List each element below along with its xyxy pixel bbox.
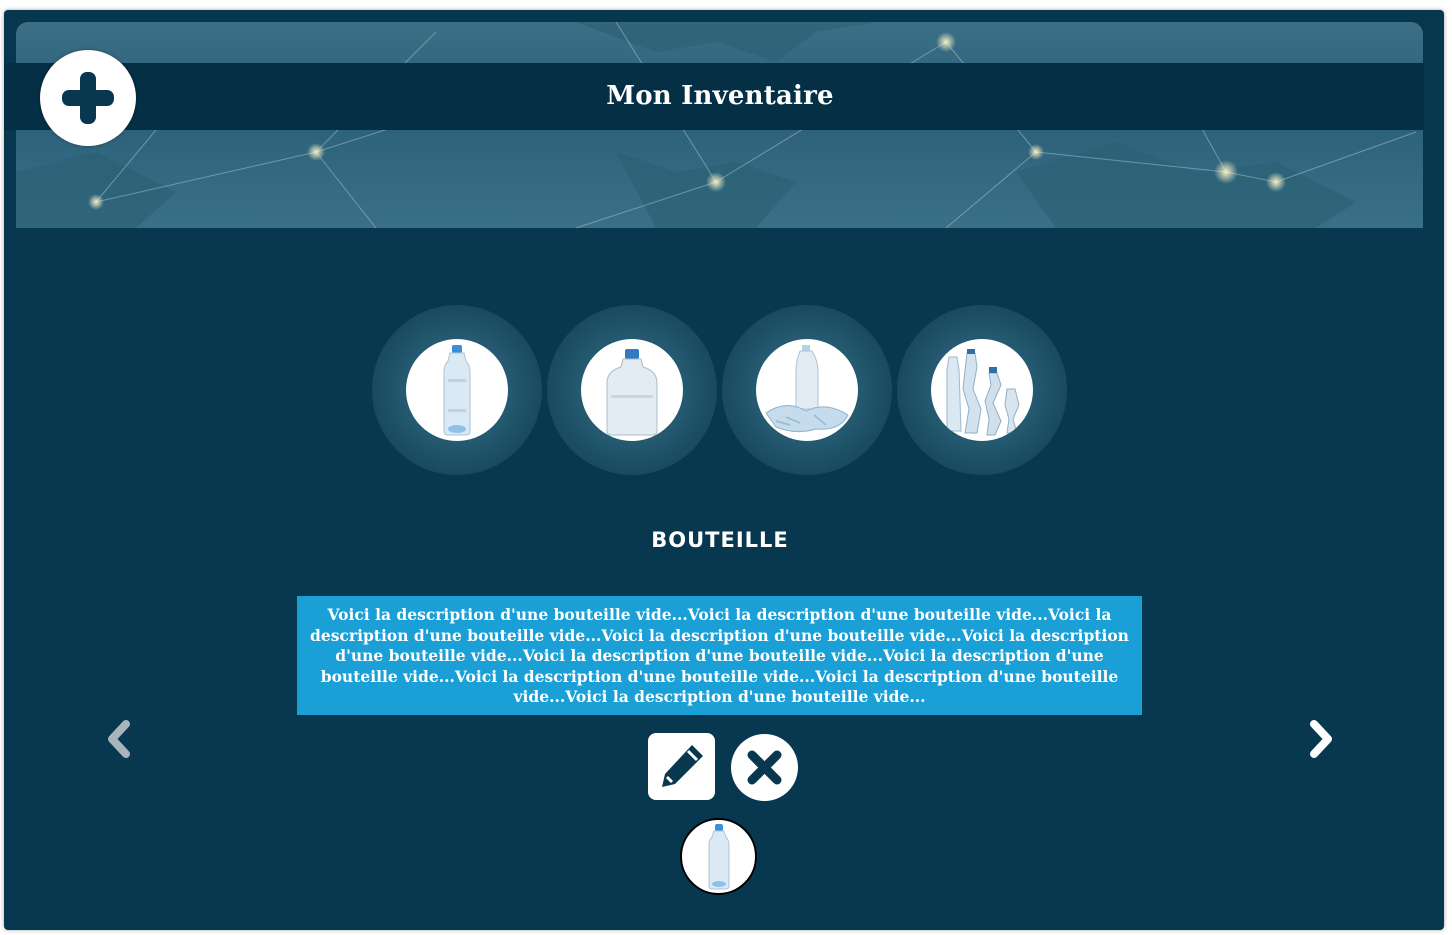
next-arrow[interactable]: [1302, 718, 1342, 762]
inventory-item-4[interactable]: [897, 305, 1067, 475]
water-bottle-icon: [406, 339, 508, 441]
water-bottle-icon: [708, 824, 730, 890]
plus-icon: [62, 72, 114, 124]
crushed-bottles-icon: [756, 339, 858, 441]
pencil-icon: [662, 745, 703, 787]
edit-button[interactable]: [648, 733, 715, 800]
item-description: Voici la description d'une bouteille vid…: [297, 596, 1142, 715]
bottle-group-icon: [931, 339, 1033, 441]
item-name: BOUTEILLE: [651, 528, 789, 552]
delete-button[interactable]: [731, 734, 798, 801]
chevron-left-icon: [108, 720, 130, 758]
app-window: [4, 10, 1444, 930]
large-bottle-icon: [581, 339, 683, 441]
inventory-item-1[interactable]: [372, 305, 542, 475]
close-icon: [747, 750, 782, 785]
page-title: Mon Inventaire: [606, 81, 834, 111]
inventory-item-3[interactable]: [722, 305, 892, 475]
inventory-panel: [16, 22, 1423, 918]
previous-arrow[interactable]: [100, 718, 140, 762]
chevron-right-icon: [1310, 720, 1332, 758]
add-item-button[interactable]: [40, 50, 136, 146]
inventory-item-2[interactable]: [547, 305, 717, 475]
selected-item-preview: [680, 818, 757, 895]
